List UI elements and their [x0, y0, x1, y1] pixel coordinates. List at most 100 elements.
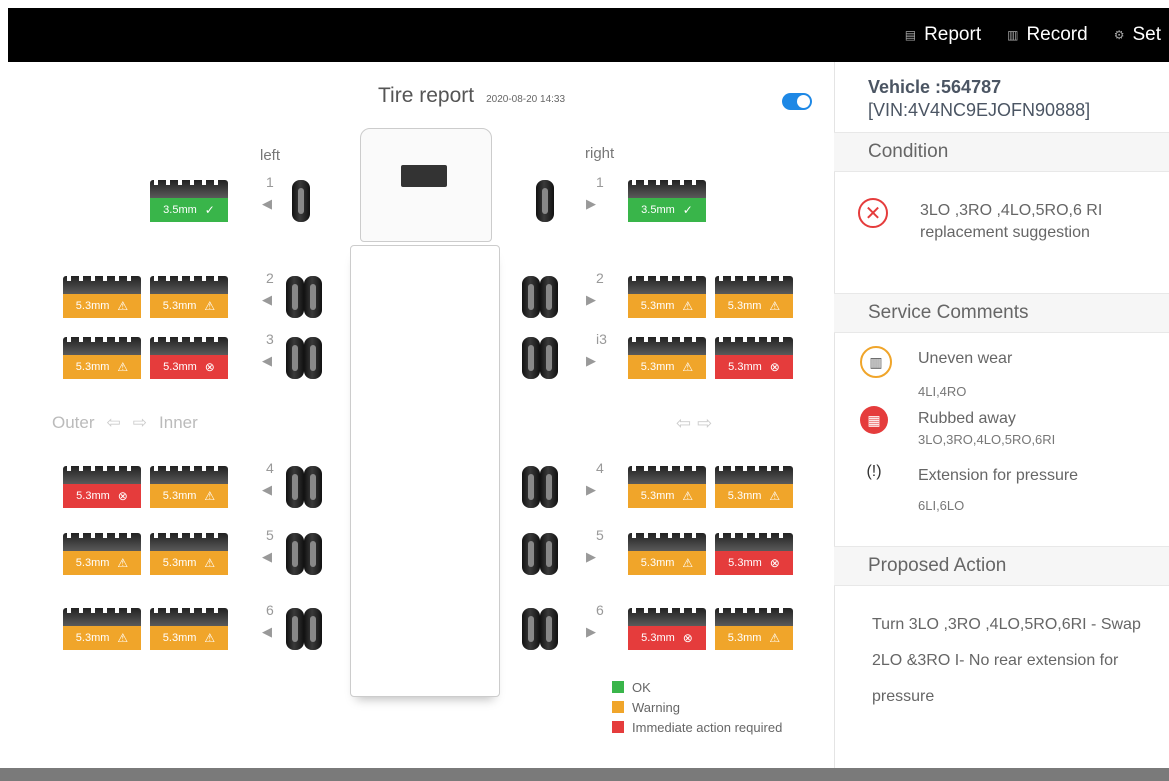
legend-warning-swatch: [612, 701, 624, 713]
legend-critical: Immediate action required: [612, 717, 782, 737]
tread-depth: 5.3mm: [728, 557, 762, 569]
tread-gauge[interactable]: 5.3mm ⚠: [63, 337, 141, 379]
tire-icon: [286, 276, 304, 318]
tread-icon: [150, 180, 228, 198]
tread-gauge[interactable]: 5.3mm ⚠: [63, 533, 141, 575]
tread-value: 5.3mm ⚠: [63, 626, 141, 650]
tread-value: 5.3mm ⚠: [63, 355, 141, 379]
condition-heading: Condition: [834, 132, 1169, 172]
vehicle-vin: [VIN:4V4NC9EJOFN90888]: [868, 100, 1091, 120]
tread-value: 5.3mm ⊗: [628, 626, 706, 650]
error-icon: ⊗: [682, 631, 693, 645]
arrow-left-icon: ◀: [262, 353, 272, 368]
tread-value: 5.3mm ⚠: [715, 626, 793, 650]
tread-gauge[interactable]: 5.3mm ⊗: [63, 466, 141, 508]
tread-gauge[interactable]: 5.3mm ⚠: [715, 466, 793, 508]
tread-depth: 5.3mm: [76, 490, 110, 502]
tread-gauge[interactable]: 5.3mm ⚠: [628, 276, 706, 318]
tread-icon: [63, 276, 141, 294]
tire-icon: [286, 337, 304, 379]
warning-icon: ⚠: [769, 631, 781, 645]
tread-value: 5.3mm ⚠: [628, 355, 706, 379]
tread-value: 5.3mm ⚠: [150, 484, 228, 508]
tread-depth: 5.3mm: [727, 490, 762, 502]
tread-value: 5.3mm ⚠: [150, 551, 228, 575]
nav-record[interactable]: ▥ Record: [1007, 24, 1088, 46]
axle-number-left: 4: [266, 460, 274, 476]
nav-set-label: Set: [1132, 24, 1161, 45]
axle-number-left: 6: [266, 602, 274, 618]
tire-icon: [304, 337, 322, 379]
tread-depth: 5.3mm: [75, 300, 110, 312]
tread-gauge[interactable]: 5.3mm ⚠: [63, 608, 141, 650]
tire-icon: [522, 533, 540, 575]
tread-gauge[interactable]: 5.3mm ⚠: [150, 533, 228, 575]
tread-icon: [715, 466, 793, 484]
warning-icon: ⚠: [204, 631, 216, 645]
arrow-left-icon: ⇦: [106, 413, 121, 432]
arrow-left-icon: ◀: [262, 624, 272, 639]
legend-critical-label: Immediate action required: [632, 719, 783, 735]
tread-gauge[interactable]: 5.3mm ⚠: [715, 608, 793, 650]
error-icon: ⊗: [204, 360, 215, 374]
tread-depth: 5.3mm: [162, 632, 197, 644]
arrow-left-icon: ◀: [262, 196, 272, 211]
tread-icon: [628, 608, 706, 626]
tire-icon: [286, 466, 304, 508]
tread-gauge[interactable]: 5.3mm ⚠: [150, 276, 228, 318]
arrow-right-icon: ▶: [586, 196, 596, 211]
warning-icon: ⚠: [204, 489, 216, 503]
tread-gauge[interactable]: 5.3mm ⚠: [715, 276, 793, 318]
tread-depth: 5.3mm: [728, 361, 762, 373]
tread-value: 5.3mm ⊗: [715, 551, 793, 575]
arrow-right-icon: ▶: [586, 292, 596, 307]
tread-gauge[interactable]: 5.3mm ⚠: [628, 533, 706, 575]
view-toggle[interactable]: [782, 93, 812, 110]
error-icon: ⊗: [769, 360, 780, 374]
tread-gauge[interactable]: 5.3mm ⊗: [150, 337, 228, 379]
comment-uneven-wear: ▥ Uneven wear 4LI,4RO: [860, 344, 1150, 404]
comment-title: Extension for pressure: [918, 467, 1079, 484]
left-side-label: left: [260, 147, 281, 164]
tread-gauge[interactable]: 5.3mm ⚠: [150, 608, 228, 650]
arrow-left-icon: ◀: [262, 482, 272, 497]
tread-gauge[interactable]: 5.3mm ⚠: [628, 337, 706, 379]
service-comments-heading-text: Service Comments: [868, 302, 1029, 323]
truck-cab: [360, 128, 492, 242]
tire-icon: [536, 180, 554, 222]
tread-depth: 5.3mm: [75, 632, 110, 644]
tread-icon: [150, 337, 228, 355]
tread-gauge[interactable]: 5.3mm ⊗: [715, 533, 793, 575]
tread-depth: 5.3mm: [727, 632, 762, 644]
tread-icon: [715, 337, 793, 355]
tread-gauge[interactable]: 5.3mm ⚠: [150, 466, 228, 508]
tread-gauge[interactable]: 5.3mm ⚠: [63, 276, 141, 318]
tire-icon: [540, 466, 558, 508]
tire-icon: [522, 608, 540, 650]
nav-set[interactable]: ⚙ Set: [1114, 24, 1161, 46]
tread-icon: [150, 466, 228, 484]
truck-body: [350, 245, 500, 697]
tread-gauge[interactable]: 5.3mm ⊗: [628, 608, 706, 650]
check-icon: ✓: [204, 203, 215, 217]
tread-gauge[interactable]: 3.5mm ✓: [150, 180, 228, 222]
tread-depth: 5.3mm: [163, 361, 197, 373]
warning-icon: ⚠: [682, 299, 694, 313]
inner-label: Inner: [159, 413, 198, 432]
bottom-bar: [0, 768, 1169, 781]
nav-report[interactable]: ▤ Report: [905, 24, 981, 46]
top-bar: ▤ Report ▥ Record ⚙ Set: [8, 8, 1169, 62]
comment-positions: 3LO,3RO,4LO,5RO,6RI: [918, 432, 1056, 447]
tread-gauge[interactable]: 5.3mm ⚠: [628, 466, 706, 508]
service-comments-heading: Service Comments: [834, 293, 1169, 333]
right-outer-inner-arrows-icon: ⇦⇨: [676, 413, 719, 433]
check-icon: ✓: [682, 203, 693, 217]
comment-title: Uneven wear: [918, 350, 1013, 367]
tread-depth: 5.3mm: [75, 361, 110, 373]
nav-report-label: Report: [924, 24, 982, 45]
warning-icon: ⚠: [117, 631, 129, 645]
tread-gauge[interactable]: 5.3mm ⊗: [715, 337, 793, 379]
tread-gauge[interactable]: 3.5mm ✓: [628, 180, 706, 222]
tread-value: 5.3mm ⚠: [628, 551, 706, 575]
axle-number-right: 4: [596, 460, 604, 476]
